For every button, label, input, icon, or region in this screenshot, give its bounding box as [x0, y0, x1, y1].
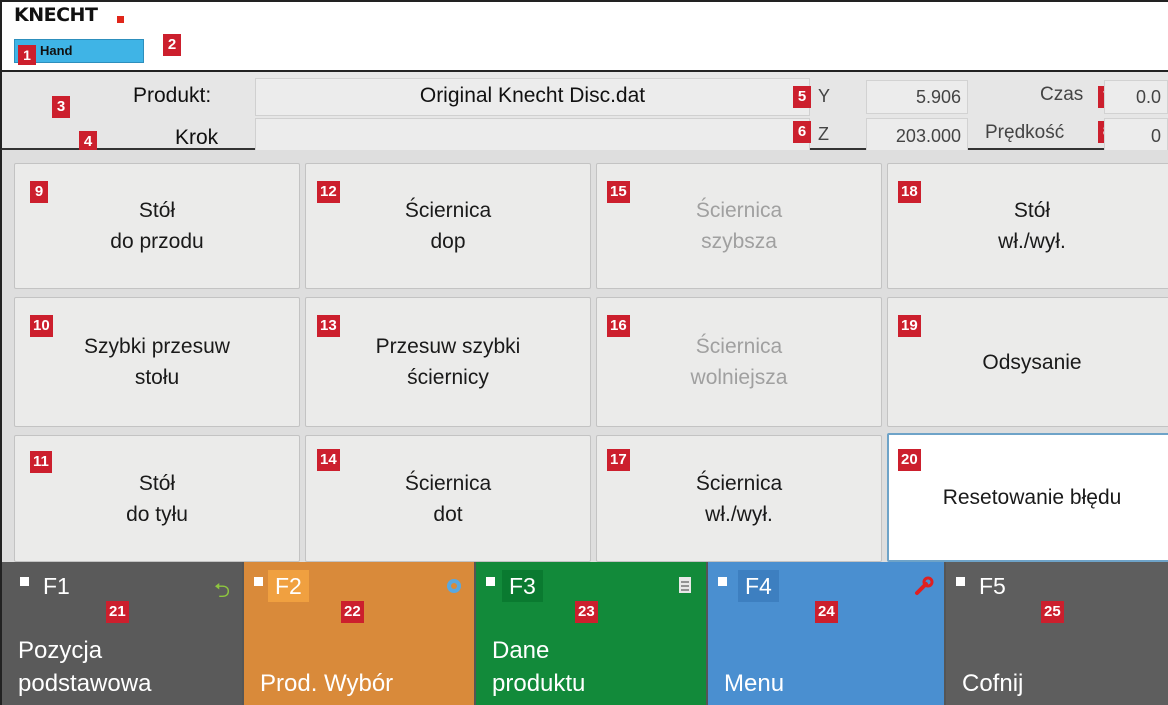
error-reset-button[interactable]: Resetowanie błędu — [887, 433, 1168, 562]
product-value: Original Knecht Disc.dat — [419, 84, 646, 107]
button-label: Ściernica wolniejsza — [690, 335, 788, 389]
f2-key[interactable]: F2 Prod. Wybór — [244, 562, 474, 705]
callout-badge: 1 — [18, 45, 36, 65]
f4-key[interactable]: F4 Menu — [708, 562, 944, 705]
time-label: Czas — [1040, 84, 1084, 105]
callout-badge: 12 — [317, 181, 340, 203]
callout-badge: 10 — [30, 315, 53, 337]
f1-label: Pozycja podstawowa — [18, 637, 152, 697]
wrench-icon — [914, 576, 934, 601]
step-label: Krok — [175, 126, 219, 149]
indicator-square — [956, 577, 965, 586]
extraction-button[interactable]: Odsysanie — [887, 297, 1168, 427]
callout-badge: 6 — [793, 121, 811, 143]
z-axis-label: Z — [818, 124, 829, 144]
callout-badge: 5 — [793, 86, 811, 108]
gear-icon — [444, 576, 464, 601]
callout-badge: 24 — [815, 601, 838, 623]
button-label: Ściernica szybsza — [695, 199, 783, 253]
button-label: Szybki przesuw stołu — [84, 335, 230, 389]
button-label: Resetowanie błędu — [942, 486, 1122, 509]
f1-number: F1 — [43, 573, 70, 599]
callout-badge: 18 — [898, 181, 921, 203]
button-label: Stół do tyłu — [126, 471, 188, 526]
wheel-rapid-traverse-button[interactable]: Przesuw szybki ściernicy — [305, 297, 591, 427]
f4-label: Menu — [724, 670, 785, 697]
button-label: Ściernica dot — [404, 471, 492, 526]
callout-badge: 23 — [575, 601, 598, 623]
product-label: Produkt: — [133, 84, 212, 107]
callout-badge: 13 — [317, 315, 340, 337]
indicator-square — [486, 577, 495, 586]
time-value: 0.0 — [1104, 80, 1168, 114]
callout-badge: 22 — [341, 601, 364, 623]
callout-badge: 16 — [607, 315, 630, 337]
table-toggle-button[interactable]: Stół wł./wył. — [887, 163, 1168, 289]
speed-label: Prędkość — [985, 122, 1065, 143]
speed-value: 0 — [1104, 118, 1168, 154]
table-rapid-traverse-button[interactable]: Szybki przesuw stołu — [14, 297, 300, 427]
y-axis-label: Y — [818, 86, 831, 106]
callout-badge: 21 — [106, 601, 129, 623]
f4-number: F4 — [738, 570, 779, 602]
f2-label: Prod. Wybór — [260, 670, 394, 697]
f2-number: F2 — [268, 570, 309, 602]
wheel-toggle-button[interactable]: Ściernica wł./wył. — [596, 435, 882, 562]
callout-badge: 25 — [1041, 601, 1064, 623]
button-label: Ściernica wł./wył. — [695, 471, 783, 526]
f5-label: Cofnij — [962, 670, 1024, 697]
button-label: Ściernica dop — [404, 199, 492, 253]
mode-label: Hand — [40, 43, 73, 58]
table-backward-button[interactable]: Stół do tyłu — [14, 435, 300, 562]
callout-badge: 15 — [607, 181, 630, 203]
f3-label: Dane produktu — [492, 637, 586, 697]
button-label: Odsysanie — [982, 350, 1082, 374]
button-label: Przesuw szybki ściernicy — [375, 335, 521, 389]
f5-key[interactable]: F5 Cofnij — [946, 562, 1168, 705]
logo-red-dot — [117, 16, 124, 23]
wheel-faster-button[interactable]: Ściernica szybsza — [596, 163, 882, 289]
callout-badge: 9 — [30, 181, 48, 203]
callout-badge: 11 — [30, 451, 52, 473]
wheel-slower-button[interactable]: Ściernica wolniejsza — [596, 297, 882, 427]
f1-key[interactable]: F1 ⮌ Pozycja podstawowa — [2, 562, 242, 705]
f3-number: F3 — [502, 570, 543, 602]
button-label: Stół do przodu — [110, 199, 204, 253]
table-forward-button[interactable]: Stół do przodu — [14, 163, 300, 289]
indicator-square — [254, 577, 263, 586]
wheel-on-button[interactable]: Ściernica dop — [305, 163, 591, 289]
step-field — [255, 118, 810, 154]
button-label: Stół wł./wył. — [998, 199, 1066, 253]
wheel-off-button[interactable]: Ściernica dot — [305, 435, 591, 562]
callout-badge: 3 — [52, 96, 70, 118]
callout-badge: 17 — [607, 449, 630, 471]
callout-badge: 14 — [317, 449, 340, 471]
callout-badge: 2 — [163, 34, 181, 56]
f3-key[interactable]: F3 Dane produktu — [476, 562, 706, 705]
knecht-logo: KNECHT — [14, 4, 98, 26]
indicator-square — [718, 577, 727, 586]
f5-number: F5 — [979, 573, 1006, 599]
document-icon — [678, 576, 692, 599]
callout-badge: 20 — [898, 449, 921, 471]
y-value: 5.906 — [866, 80, 968, 114]
indicator-square — [20, 577, 29, 586]
return-arrow-icon: ⮌ — [214, 580, 231, 602]
callout-badge: 19 — [898, 315, 921, 337]
z-value: 203.000 — [866, 118, 968, 154]
